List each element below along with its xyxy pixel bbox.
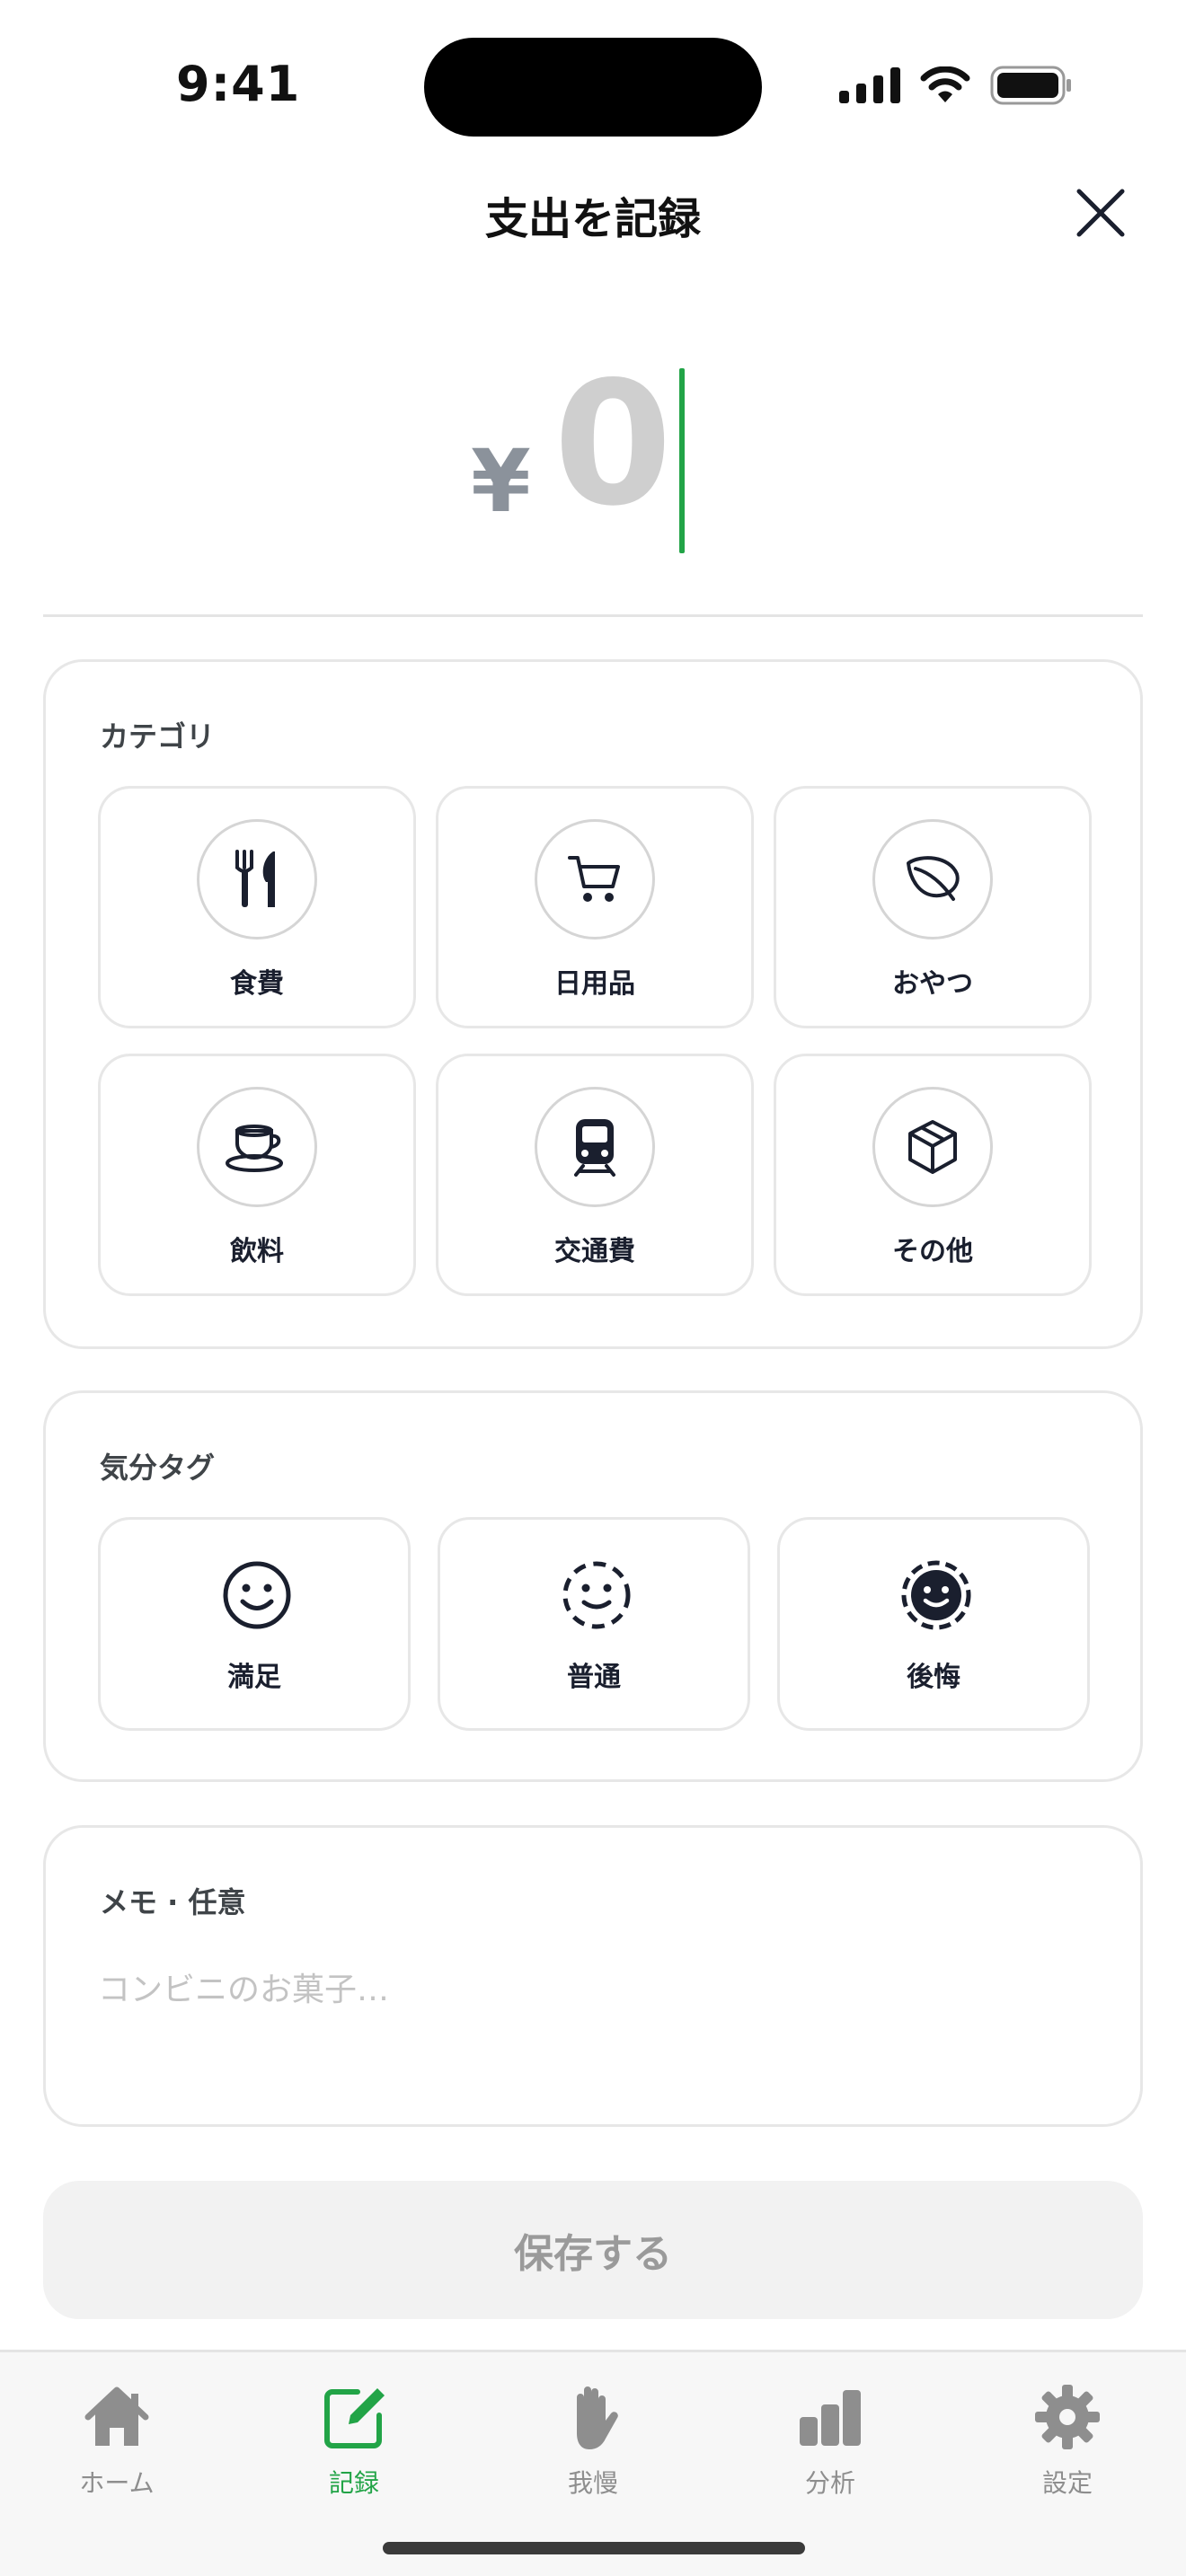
home-indicator[interactable] [383,2542,805,2554]
cart-icon [568,856,620,902]
mood-title: 気分タグ [100,1451,216,1485]
mood-label: 後悔 [907,1662,960,1693]
category-grid: 食費 日用品 おやつ 飲料 交通費 その他 [98,786,1092,1296]
mood-satisfied[interactable]: 満足 [98,1517,411,1731]
category-drinks[interactable]: 飲料 [98,1054,416,1296]
close-icon [1076,189,1125,237]
tab-label: ホーム [79,2468,155,2498]
category-label: 交通費 [554,1236,635,1267]
category-label: 日用品 [554,968,635,1000]
gear-icon [1035,2385,1100,2449]
category-transport[interactable]: 交通費 [436,1054,754,1296]
tab-record[interactable]: 記録 [264,2370,444,2505]
category-title: カテゴリ [100,719,216,754]
category-label: おやつ [892,968,973,1000]
memo-card: メモ · 任意 [43,1825,1143,2127]
amount-value: 0 [553,345,673,543]
amount-input[interactable]: ¥ 0 [0,341,1186,575]
status-icons [839,65,1073,106]
category-label: 飲料 [230,1236,284,1267]
page-title: 支出を記録 [484,194,701,244]
tab-label: 分析 [804,2468,855,2498]
neutral-face-icon [562,1561,631,1629]
box-icon [908,1120,957,1174]
mood-card: 気分タグ 満足 普通 後悔 [43,1390,1143,1782]
tab-settings[interactable]: 設定 [978,2370,1157,2505]
tab-home[interactable]: ホーム [27,2370,207,2505]
header: 支出を記録 [0,171,1186,251]
category-other[interactable]: その他 [774,1054,1092,1296]
tab-label: 設定 [1041,2468,1093,2498]
train-icon [574,1119,615,1177]
mood-label: 普通 [567,1662,621,1693]
memo-title: メモ · 任意 [100,1885,246,1919]
category-snacks[interactable]: おやつ [774,786,1092,1028]
status-time: 9:41 [176,56,301,112]
edit-icon [324,2388,385,2448]
bar-chart-icon [800,2390,861,2446]
tab-label: 記録 [328,2468,379,2498]
battery-icon [990,66,1071,105]
fork-knife-icon [235,850,275,907]
wifi-icon [920,66,970,102]
mood-label: 満足 [227,1662,281,1693]
leaf-icon [907,856,960,901]
cup-icon [226,1125,283,1172]
mood-regret[interactable]: 後悔 [777,1517,1090,1731]
category-daily-goods[interactable]: 日用品 [436,786,754,1028]
mood-neutral[interactable]: 普通 [438,1517,750,1731]
currency-symbol: ¥ [471,431,531,532]
text-caret [679,368,685,553]
hand-icon [577,2386,618,2449]
category-label: 食費 [230,968,284,1000]
tab-label: 我慢 [567,2468,618,2498]
home-icon [84,2386,149,2446]
category-food[interactable]: 食費 [98,786,416,1028]
mood-options: 満足 普通 後悔 [98,1517,1090,1731]
status-bar: 9:41 [0,0,1186,153]
memo-input[interactable] [98,1963,1086,2016]
amount-divider [43,614,1143,617]
close-button[interactable] [1071,183,1130,243]
save-button[interactable]: 保存する [43,2181,1143,2319]
regret-face-icon [901,1560,971,1630]
category-card: カテゴリ 食費 日用品 おやつ 飲料 交通費 その他 [43,659,1143,1349]
tab-analysis[interactable]: 分析 [740,2370,920,2505]
smile-icon [223,1561,291,1629]
dynamic-island [424,38,762,137]
category-label: その他 [892,1236,973,1267]
tab-patience[interactable]: 我慢 [503,2370,683,2505]
cellular-signal-icon [839,67,900,103]
